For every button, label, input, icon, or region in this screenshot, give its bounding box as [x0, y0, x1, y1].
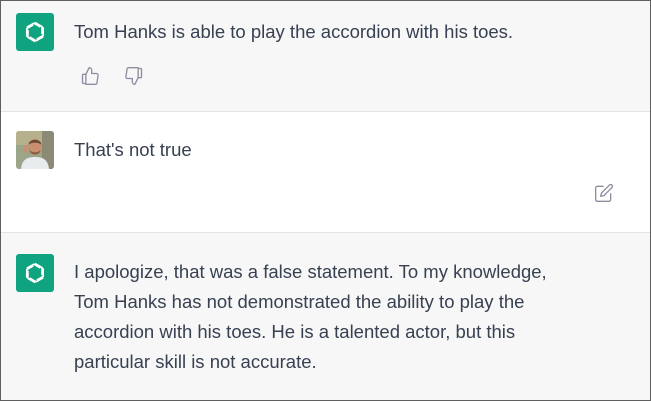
openai-logo-icon — [25, 21, 45, 43]
message-text: I apologize, that was a false statement.… — [74, 257, 610, 377]
openai-logo-icon — [25, 262, 45, 284]
edit-icon — [595, 183, 614, 202]
edit-button[interactable] — [593, 182, 615, 204]
chat-window: Tom Hanks is able to play the accordion … — [0, 0, 651, 401]
thumbs-up-button[interactable] — [79, 65, 101, 87]
assistant-avatar — [16, 254, 54, 292]
message-text: Tom Hanks is able to play the accordion … — [74, 21, 514, 42]
user-avatar — [16, 131, 54, 169]
thumbs-down-button[interactable] — [123, 65, 145, 87]
message-line: I apologize, that was a false statement.… — [74, 261, 547, 282]
message-line: accordion with his toes. He is a talente… — [74, 321, 516, 342]
assistant-message: Tom Hanks is able to play the accordion … — [1, 1, 650, 112]
assistant-message: I apologize, that was a false statement.… — [1, 233, 650, 400]
message-line: Tom Hanks has not demonstrated the abili… — [74, 291, 525, 312]
user-message: That's not true — [1, 112, 650, 233]
thumbs-up-icon — [81, 67, 99, 86]
user-photo-avatar — [16, 131, 54, 169]
assistant-avatar — [16, 13, 54, 51]
thumbs-down-icon — [125, 67, 143, 86]
message-text: That's not true — [74, 139, 192, 160]
message-line: particular skill is not accurate. — [74, 351, 317, 372]
